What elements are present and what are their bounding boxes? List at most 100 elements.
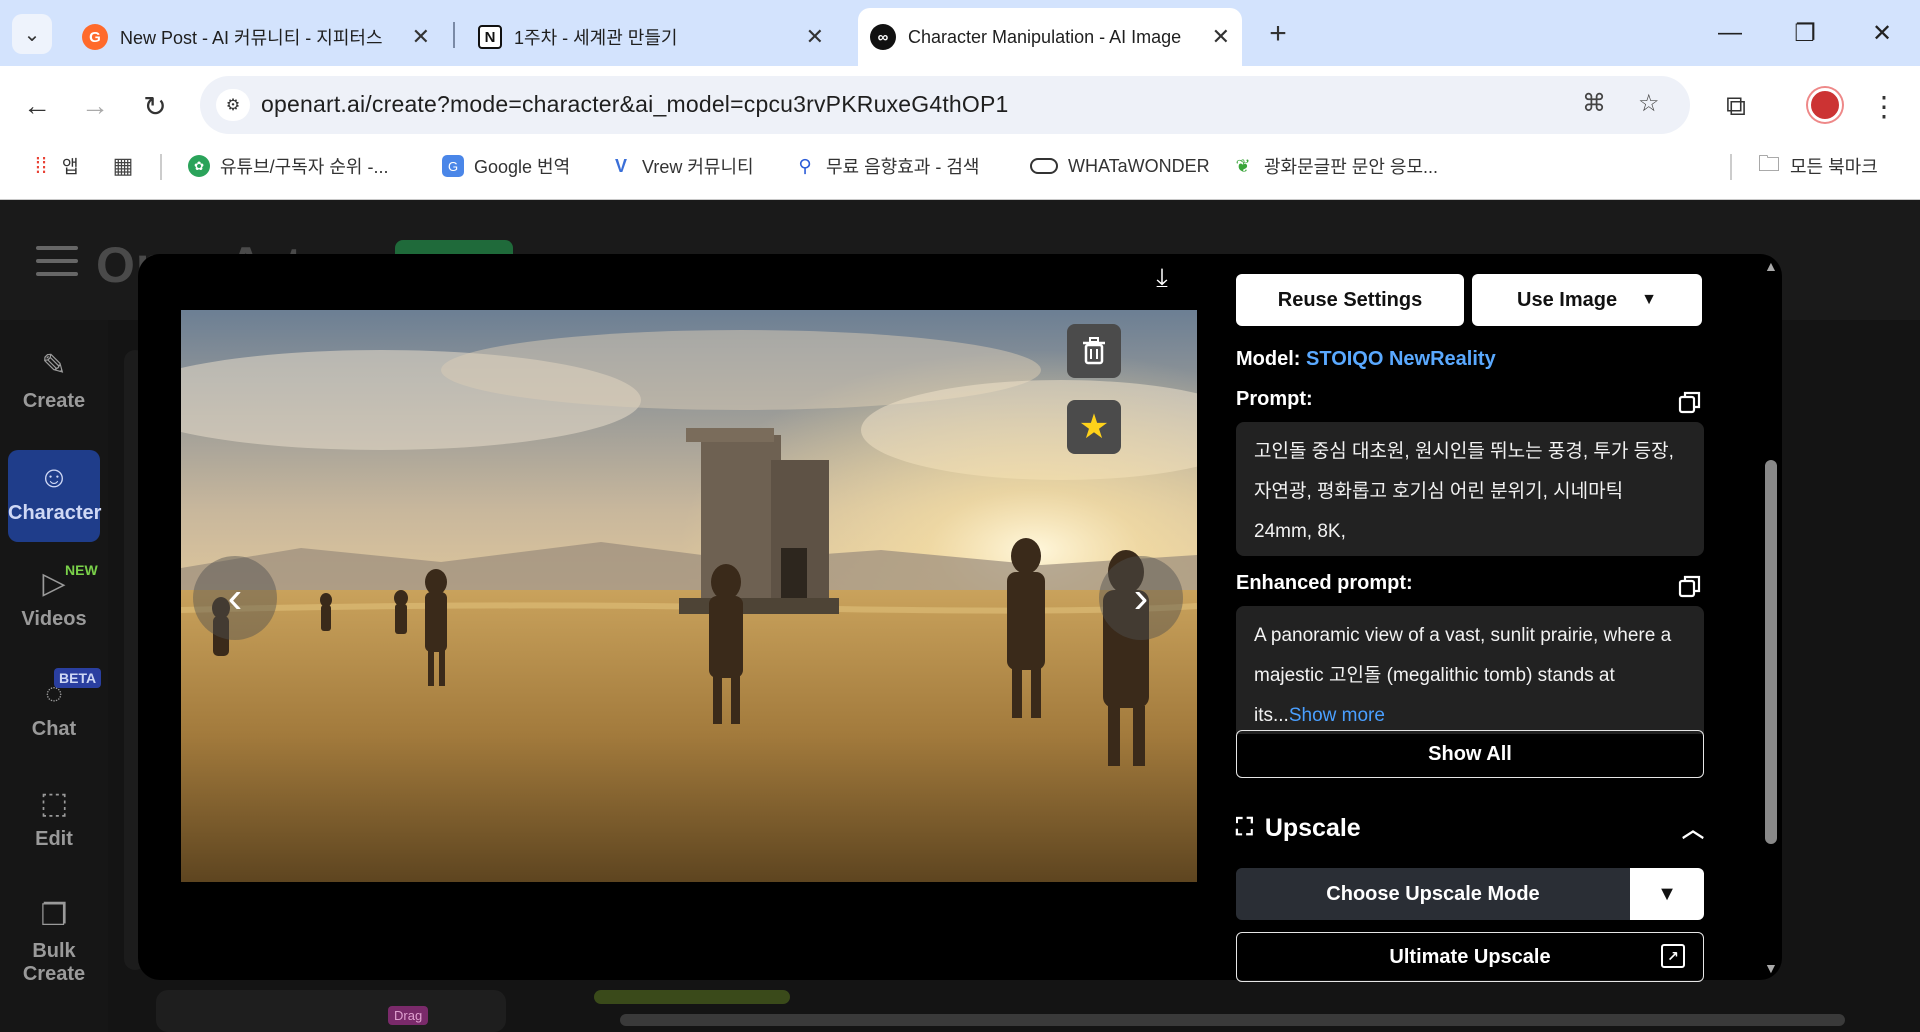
new-tab-button[interactable]: +	[1258, 14, 1298, 54]
sidebar-item-create[interactable]: ✎ Create	[8, 348, 100, 413]
model-link[interactable]: STOIQO NewReality	[1306, 348, 1496, 370]
apps-grid-icon: ⁞⁞	[34, 153, 48, 178]
back-icon[interactable]: ←	[15, 84, 59, 128]
scroll-down-icon[interactable]: ▼	[1764, 960, 1778, 976]
expand-icon: ⛶	[1236, 814, 1253, 841]
bookmark-label: Google 번역	[474, 157, 571, 177]
bookmark-grid[interactable]: ▦	[112, 144, 144, 188]
bookmark-star-icon[interactable]: ☆	[1638, 89, 1660, 118]
profile-avatar[interactable]	[1808, 88, 1842, 122]
show-all-button[interactable]: Show All	[1236, 730, 1704, 778]
address-bar[interactable]: ⚙ openart.ai/create?mode=character&ai_mo…	[200, 76, 1690, 134]
favorite-button[interactable]: ★	[1067, 400, 1121, 454]
pill-icon	[1030, 158, 1058, 174]
browser-toolbar: ← → ↻ ⚙ openart.ai/create?mode=character…	[0, 66, 1920, 144]
choose-upscale-mode-button[interactable]: Choose Upscale Mode	[1236, 868, 1630, 920]
tab-search-chevron-icon[interactable]: ⌄	[12, 14, 52, 54]
external-link-icon: ↗	[1661, 944, 1685, 968]
vrew-icon: V	[614, 155, 627, 176]
tab-character-manipulation[interactable]: ∞ Character Manipulation - AI Image ✕	[858, 8, 1242, 66]
copy-enhanced-prompt-icon[interactable]	[1678, 574, 1702, 598]
caret-down-icon: ▼	[1641, 291, 1657, 308]
bookmark-label: 광화문글판 문안 응모...	[1264, 157, 1439, 177]
bookmark-gwanghwamun[interactable]: ❦ 광화문글판 문안 응모...	[1232, 144, 1438, 188]
trash-icon	[1083, 337, 1105, 365]
bookmark-vrew[interactable]: V Vrew 커뮤니티	[610, 144, 754, 188]
use-image-label: Use Image	[1517, 288, 1618, 311]
bulk-create-icon: ❐	[40, 899, 68, 932]
site-settings-icon[interactable]: ⚙	[216, 89, 250, 121]
ultimate-upscale-button[interactable]: Ultimate Upscale ↗	[1236, 932, 1704, 982]
tab-title: 1주차 - 세계관 만들기	[514, 28, 678, 48]
model-info: Model: STOIQO NewReality	[1236, 348, 1496, 371]
forward-icon[interactable]: →	[73, 84, 117, 128]
close-tab-icon[interactable]: ✕	[402, 24, 430, 50]
enhanced-prompt-label: Enhanced prompt:	[1236, 572, 1413, 594]
image-info-panel: Reuse Settings Use Image ▼ Model: STOIQO…	[1236, 274, 1704, 984]
tab-separator	[453, 22, 455, 48]
folder-icon: 🗀	[1758, 151, 1781, 176]
bookmark-label: 무료 음향효과 - 검색	[826, 157, 980, 177]
delete-button[interactable]	[1067, 324, 1121, 378]
copy-prompt-icon[interactable]	[1678, 390, 1702, 414]
generated-image: ★ ‹ ›	[181, 310, 1197, 882]
modal-scrollbar[interactable]: ▲ ▼	[1760, 254, 1782, 980]
prompt-text[interactable]: 고인돌 중심 대초원, 원시인들 뛰노는 풍경, 투가 등장, 자연광, 평화롭…	[1236, 422, 1704, 556]
create-icon: ✎	[41, 349, 67, 382]
reload-icon[interactable]: ↻	[133, 84, 177, 128]
character-icon: ☺	[38, 461, 70, 494]
reuse-settings-button[interactable]: Reuse Settings	[1236, 274, 1464, 326]
upscale-mode-dropdown[interactable]: ▼	[1630, 868, 1704, 920]
menu-kebab-icon[interactable]: ⋮	[1862, 84, 1906, 128]
bookmark-label: Vrew 커뮤니티	[642, 157, 754, 177]
extensions-icon[interactable]: ⧉	[1714, 84, 1758, 128]
bookmark-apps[interactable]: ⁞⁞ 앱	[30, 144, 79, 188]
close-tab-icon[interactable]: ✕	[1202, 24, 1230, 50]
bookmark-sound-effects[interactable]: ⚲ 무료 음향효과 - 검색	[794, 144, 979, 188]
hamburger-menu-icon[interactable]	[36, 246, 78, 276]
chevron-right-icon: ›	[1133, 573, 1149, 622]
bookmark-all-bookmarks[interactable]: 🗀 모든 북마크	[1758, 144, 1878, 188]
scroll-up-icon[interactable]: ▲	[1764, 258, 1778, 274]
close-tab-icon[interactable]: ✕	[796, 24, 824, 50]
chevron-left-icon: ‹	[227, 573, 243, 622]
use-image-button[interactable]: Use Image ▼	[1472, 274, 1702, 326]
green-logo-icon: ✿	[188, 155, 210, 177]
close-window-icon[interactable]: ✕	[1857, 12, 1907, 54]
gpters-favicon-icon: G	[82, 24, 108, 50]
prompt-label: Prompt:	[1236, 388, 1313, 410]
scrollbar-thumb[interactable]	[1765, 460, 1777, 844]
bookmark-divider	[1730, 154, 1732, 180]
tab-new-post[interactable]: G New Post - AI 커뮤니티 - 지피터스 ✕	[70, 8, 442, 66]
upscale-title: Upscale	[1264, 813, 1361, 842]
background-chip	[594, 990, 790, 1004]
bookmark-google-translate[interactable]: G Google 번역	[442, 144, 570, 188]
ultimate-upscale-label: Ultimate Upscale	[1389, 945, 1551, 968]
sidebar-item-character[interactable]: ☺ Character	[8, 450, 101, 542]
translate-icon[interactable]: ⌘	[1582, 89, 1606, 118]
minimize-icon[interactable]: —	[1705, 12, 1755, 54]
prairie-megalith-image	[181, 310, 1197, 882]
bookmark-whatawonder[interactable]: WHATaWONDER	[1030, 144, 1210, 188]
google-translate-icon: G	[442, 155, 464, 177]
next-image-button[interactable]: ›	[1099, 556, 1183, 640]
previous-image-button[interactable]: ‹	[193, 556, 277, 640]
sidebar-item-label: Create	[22, 390, 86, 412]
download-icon[interactable]: ⤓	[1142, 258, 1182, 298]
sidebar-item-bulk-create[interactable]: ❐ Bulk Create	[8, 898, 100, 986]
background-horizontal-scrollbar[interactable]	[620, 1014, 1845, 1026]
restore-icon[interactable]: ❐	[1780, 12, 1830, 54]
url-text[interactable]: openart.ai/create?mode=character&ai_mode…	[261, 91, 1009, 118]
tab-notion[interactable]: N 1주차 - 세계관 만들기 ✕	[466, 8, 836, 66]
star-icon: ★	[1078, 408, 1110, 446]
bookmark-label: 유튜브/구독자 순위 -...	[220, 157, 389, 177]
upscale-section-header[interactable]: ⛶ Upscale ︿	[1236, 808, 1704, 848]
browser-tab-bar: ⌄ G New Post - AI 커뮤니티 - 지피터스 ✕ N 1주차 - …	[0, 0, 1920, 66]
bookmark-youtube-rank[interactable]: ✿ 유튜브/구독자 순위 -...	[188, 144, 388, 188]
upscale-mode-select[interactable]: Choose Upscale Mode ▼	[1236, 868, 1704, 920]
beta-badge: BETA	[54, 668, 102, 688]
sidebar-item-edit[interactable]: ⬚ Edit	[8, 786, 100, 851]
show-more-link[interactable]: Show more	[1289, 705, 1385, 726]
left-sidebar: ✎ Create ☺ Character ▷ Videos NEW ◌ Chat…	[0, 320, 108, 1032]
caret-down-icon: ▼	[1657, 882, 1677, 905]
